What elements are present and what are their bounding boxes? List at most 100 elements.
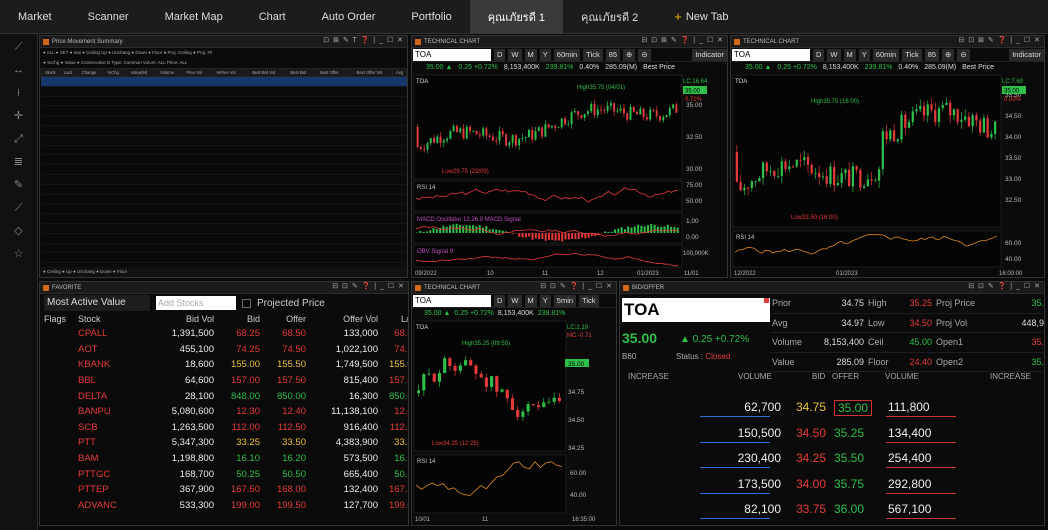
offer-price[interactable]: 155.50 [262, 359, 308, 370]
offer-price[interactable]: 850.00 [262, 391, 308, 402]
chart-canvas[interactable]: TOA High35.25 (09:55) Low34.25 (12:25) 35.0… [412, 319, 616, 524]
zoom-in-icon[interactable]: ⊕ [942, 48, 955, 61]
table-row[interactable] [40, 145, 407, 156]
table-row[interactable] [40, 203, 407, 215]
period-m[interactable]: M [524, 294, 537, 307]
period-tick[interactable]: Tick [583, 48, 603, 61]
tab-market-map[interactable]: Market Map [147, 0, 241, 34]
period-m[interactable]: M [524, 48, 537, 61]
table-row[interactable] [40, 194, 407, 205]
ladder-row[interactable]: 150,500 34.50 35.25 134,400 [620, 422, 1044, 444]
column-header[interactable]: Last [59, 68, 77, 77]
stock-symbol[interactable]: PTTEP [78, 484, 142, 495]
chart-canvas[interactable]: TOAHigh35.75 (16:00)Low33.50 (16:00)35.5… [731, 73, 1044, 278]
window-controls[interactable]: ⊟ ⊡ ✎ ❓ | _ ☐ ✕ [540, 282, 613, 290]
ruler-icon[interactable]: ⟋ [11, 201, 27, 215]
zoom-out-icon[interactable]: ⊖ [957, 48, 970, 61]
table-row[interactable] [40, 105, 407, 117]
offer-price[interactable]: 157.50 [262, 375, 308, 386]
table-row[interactable] [40, 76, 407, 87]
column-header[interactable]: Last [380, 314, 408, 324]
window-controls[interactable]: ⊟ ⊡ ✎ ❓ | _ ☐ ✕ [968, 282, 1041, 290]
column-header[interactable]: Best Offer [311, 68, 347, 77]
bid-price[interactable]: 34.00 [796, 477, 826, 491]
tab-custom-1[interactable]: คุณเภัยรดี 1 [469, 0, 564, 34]
bar-count[interactable]: 85 [924, 48, 940, 61]
period-tick[interactable]: Tick [579, 294, 599, 307]
bar-count[interactable]: 85 [605, 48, 621, 61]
list-item[interactable]: SCB1,263,500112.00112.50916,400112.50 [40, 420, 408, 436]
column-header[interactable]: Best Bid Vol [242, 68, 285, 77]
offer-price[interactable]: 35.75 [834, 477, 864, 491]
trend-tool-icon[interactable]: ⤢ [11, 132, 27, 146]
offer-price[interactable]: 50.50 [262, 469, 308, 480]
stock-symbol[interactable]: PTTGC [78, 469, 142, 480]
period-60min[interactable]: 60min [553, 48, 581, 61]
column-header[interactable]: Bid [216, 314, 262, 324]
offer-price[interactable]: 35.25 [834, 426, 864, 440]
projected-price-checkbox[interactable] [242, 298, 251, 308]
list-item[interactable]: KBANK18,600155.00155.501,749,500155.00 [40, 357, 408, 373]
bid-price[interactable]: 34.25 [796, 451, 826, 465]
table-row[interactable] [40, 86, 407, 97]
window-controls[interactable]: ⊟ ⊡ ✎ ❓ | _ ☐ ✕ [332, 282, 405, 290]
offer-price[interactable]: 74.50 [262, 344, 308, 355]
symbol-input[interactable]: TOA [732, 48, 810, 61]
stock-symbol[interactable]: BAM [78, 453, 142, 464]
window-controls[interactable]: ⊡ ⊠ ✎ T ❓ | _ ☐ ✕ [323, 36, 404, 44]
period-d[interactable]: D [494, 294, 506, 307]
eraser-icon[interactable]: ◇ [11, 224, 27, 238]
bid-price[interactable]: 12.30 [216, 406, 262, 417]
chart-canvas[interactable]: TOA High35.75 (04/01) Low29.75 (23/09) 35.0… [412, 73, 727, 278]
table-row[interactable] [40, 233, 407, 244]
offer-price[interactable]: 112.50 [262, 422, 308, 433]
vertical-line-icon[interactable]: ⟊ [11, 86, 27, 100]
list-select[interactable]: Most Active Value [44, 295, 150, 311]
bid-price[interactable]: 50.25 [216, 469, 262, 480]
column-header[interactable]: Stock [78, 314, 142, 324]
column-header[interactable]: Avg [391, 68, 407, 77]
new-tab-button[interactable]: + New Tab [656, 0, 746, 34]
list-item[interactable]: PTTEP367,900167.50168.00132,400167.50 [40, 482, 408, 498]
table-row[interactable] [40, 154, 407, 166]
stock-symbol[interactable]: AOT [78, 344, 142, 355]
stock-symbol[interactable]: PTT [78, 437, 142, 448]
crosshair-icon[interactable]: ✛ [11, 109, 27, 123]
bid-price[interactable]: 167.50 [216, 484, 262, 495]
bid-price[interactable]: 74.25 [216, 344, 262, 355]
table-row[interactable] [40, 184, 407, 195]
list-item[interactable]: DELTA28,100848.00850.0016,300850.00 [40, 388, 408, 404]
stock-symbol[interactable]: ADVANC [78, 500, 142, 511]
offer-price[interactable]: 168.00 [262, 484, 308, 495]
tab-chart[interactable]: Chart [241, 0, 304, 34]
table-row[interactable] [40, 164, 407, 175]
stock-symbol[interactable]: BBL [78, 375, 142, 386]
offer-price[interactable]: 35.00 [834, 400, 873, 416]
period-5min[interactable]: 5min [553, 294, 577, 307]
table-row[interactable] [40, 125, 407, 136]
column-header[interactable]: Value(M) [123, 68, 155, 77]
table-row[interactable] [40, 115, 407, 126]
list-item[interactable]: BBL64,600157.00157.50815,400157.00 [40, 373, 408, 389]
list-item[interactable]: BANPU5,080,60012.3012.4011,138,10012.40 [40, 404, 408, 420]
table-row[interactable] [40, 135, 407, 146]
period-w[interactable]: W [508, 48, 522, 61]
period-60min[interactable]: 60min [872, 48, 900, 61]
column-header[interactable]: Change [75, 68, 103, 77]
list-item[interactable]: ADVANC533,300199.00199.50127,700199.00 [40, 498, 408, 514]
table-row[interactable] [40, 243, 407, 254]
column-header[interactable]: Prev Vol [179, 68, 209, 77]
bid-price[interactable]: 157.00 [216, 375, 262, 386]
offer-price[interactable]: 199.50 [262, 500, 308, 511]
list-item[interactable]: AOT455,10074.2574.501,022,10074.25 [40, 342, 408, 358]
offer-price[interactable]: 36.00 [834, 502, 864, 516]
indicator-button[interactable]: Indicator [692, 48, 727, 61]
tab-portfolio[interactable]: Portfolio [393, 0, 469, 34]
period-y[interactable]: Y [539, 294, 551, 307]
column-header[interactable]: Volume [153, 68, 181, 77]
offer-price[interactable]: 68.50 [262, 328, 308, 339]
ladder-row[interactable]: 173,500 34.00 35.75 292,800 [620, 473, 1044, 495]
bid-price[interactable]: 16.10 [216, 453, 262, 464]
zoom-in-icon[interactable]: ⊕ [623, 48, 636, 61]
table-row[interactable] [40, 223, 407, 234]
